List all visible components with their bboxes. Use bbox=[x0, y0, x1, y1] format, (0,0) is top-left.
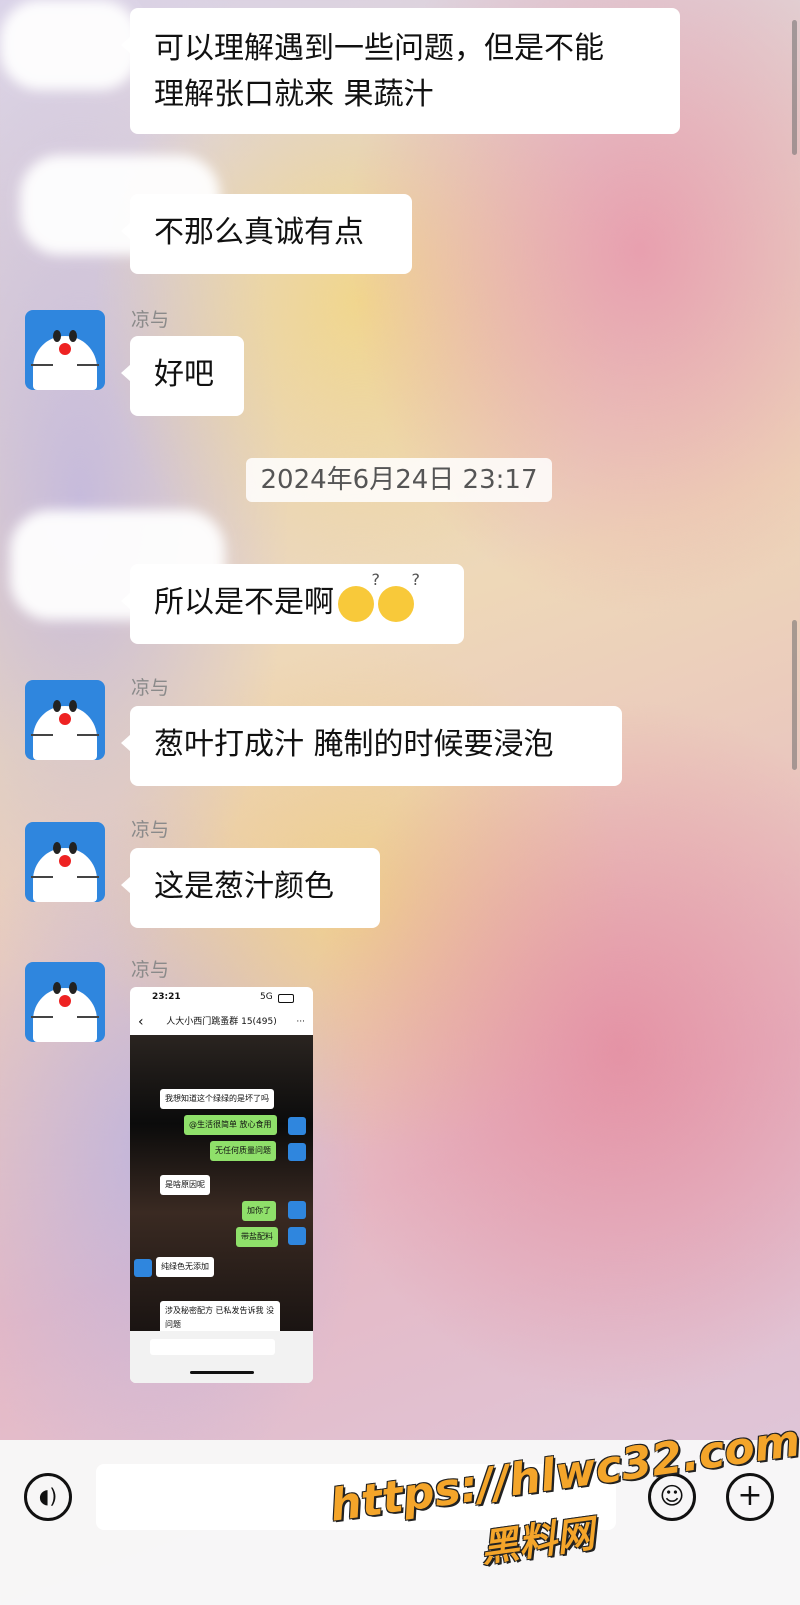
screenshot-msg: 纯绿色无添加 bbox=[156, 1257, 214, 1277]
screenshot-msg: 我想知道这个绿绿的是坏了吗 bbox=[160, 1089, 274, 1109]
screenshot-msg: 加你了 bbox=[242, 1201, 276, 1221]
mini-avatar bbox=[288, 1227, 306, 1245]
message-bubble[interactable]: 可以理解遇到一些问题，但是不能 理解张口就来 果蔬汁 bbox=[121, 8, 680, 134]
plus-icon[interactable]: + bbox=[726, 1473, 774, 1521]
voice-icon[interactable]: ◖) bbox=[24, 1473, 72, 1521]
screenshot-msg: 带盐配料 bbox=[236, 1227, 278, 1247]
sender-name: 凉与 bbox=[131, 819, 170, 841]
screenshot-status-time: 23:21 bbox=[152, 992, 181, 1002]
sender-name: 凉与 bbox=[131, 959, 170, 981]
message-text: 葱叶打成汁 腌制的时候要浸泡 bbox=[154, 727, 554, 762]
thinking-face-icon bbox=[378, 572, 420, 622]
avatar[interactable] bbox=[25, 962, 105, 1042]
screenshot-header: ‹ 人大小西门跳蚤群 15(495) ··· bbox=[130, 1009, 313, 1035]
timestamp: 2024年6月24日 23:17 bbox=[246, 458, 552, 502]
message-text: 理解张口就来 果蔬汁 bbox=[154, 77, 434, 112]
message-text: 所以是不是啊 bbox=[154, 585, 334, 620]
screenshot-msg: 无任何质量问题 bbox=[210, 1141, 276, 1161]
avatar[interactable] bbox=[25, 680, 105, 760]
screenshot-title: 人大小西门跳蚤群 15(495) bbox=[166, 1017, 277, 1027]
message-bubble[interactable]: 这是葱汁颜色 bbox=[121, 848, 380, 928]
screenshot-status-bar: 23:21 5G bbox=[130, 987, 313, 1009]
screenshot-msg: @生活很简单 放心食用 bbox=[184, 1115, 277, 1135]
redaction-smudge bbox=[0, 0, 140, 90]
screenshot-signal: 5G bbox=[260, 992, 273, 1002]
message-bubble[interactable]: 所以是不是啊 bbox=[121, 564, 464, 644]
sender-name: 凉与 bbox=[131, 677, 170, 699]
sender-name: 凉与 bbox=[131, 309, 170, 331]
thinking-face-icon bbox=[338, 572, 380, 622]
mini-avatar bbox=[134, 1259, 152, 1277]
message-bubble[interactable]: 葱叶打成汁 腌制的时候要浸泡 bbox=[121, 706, 622, 786]
mini-avatar bbox=[288, 1201, 306, 1219]
avatar[interactable] bbox=[25, 822, 105, 902]
screenshot-msg: 涉及秘密配方 已私发告诉我 没问题 bbox=[160, 1301, 280, 1335]
message-text: 这是葱汁颜色 bbox=[154, 869, 334, 904]
message-text: 好吧 bbox=[154, 357, 214, 392]
message-text: 不那么真诚有点 bbox=[154, 215, 364, 250]
battery-icon bbox=[278, 994, 294, 1003]
mini-avatar bbox=[288, 1143, 306, 1161]
message-bubble[interactable]: 好吧 bbox=[121, 336, 244, 416]
screenshot-input-bar bbox=[130, 1331, 313, 1383]
mini-avatar bbox=[288, 1117, 306, 1135]
avatar[interactable] bbox=[25, 310, 105, 390]
image-message[interactable]: 23:21 5G ‹ 人大小西门跳蚤群 15(495) ··· 我想知道这个绿绿… bbox=[130, 987, 313, 1383]
screenshot-msg: 是啥原因呢 bbox=[160, 1175, 210, 1195]
message-text: 可以理解遇到一些问题，但是不能 bbox=[154, 31, 604, 66]
scrollbar-bottom[interactable] bbox=[792, 620, 797, 770]
message-bubble[interactable]: 不那么真诚有点 bbox=[121, 194, 412, 274]
scrollbar-top[interactable] bbox=[792, 20, 797, 155]
more-icon: ··· bbox=[296, 1017, 305, 1027]
back-icon: ‹ bbox=[138, 1014, 144, 1030]
screenshot-chat-area: 我想知道这个绿绿的是坏了吗 @生活很简单 放心食用 无任何质量问题 是啥原因呢 … bbox=[130, 1035, 313, 1335]
